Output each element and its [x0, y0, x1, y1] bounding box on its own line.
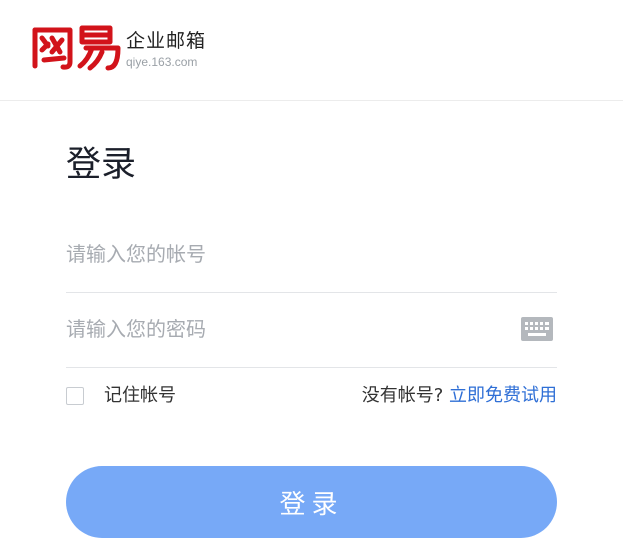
- keyboard-icon[interactable]: [521, 317, 553, 341]
- login-page: 網易 企业邮箱 qiye.163.com 登录: [0, 0, 623, 539]
- password-input[interactable]: [66, 311, 506, 347]
- no-account-text: 没有帐号?: [361, 385, 444, 406]
- account-field: [66, 218, 557, 293]
- signup-prompt: 没有帐号? 立即免费试用: [362, 384, 557, 408]
- netease-logo: 網易: [32, 25, 121, 71]
- remember-account[interactable]: 记住帐号: [66, 384, 176, 408]
- product-name: 企业邮箱: [126, 30, 207, 52]
- account-input[interactable]: [66, 236, 506, 272]
- header: 網易 企业邮箱 qiye.163.com: [0, 0, 623, 101]
- login-button[interactable]: 登录: [66, 466, 557, 538]
- free-trial-link[interactable]: 立即免费试用: [449, 385, 557, 406]
- domain-text: qiye.163.com: [126, 55, 198, 69]
- password-field: [66, 293, 557, 368]
- remember-checkbox[interactable]: [66, 387, 84, 405]
- login-title: 登录: [66, 145, 137, 185]
- remember-label: 记住帐号: [104, 385, 176, 406]
